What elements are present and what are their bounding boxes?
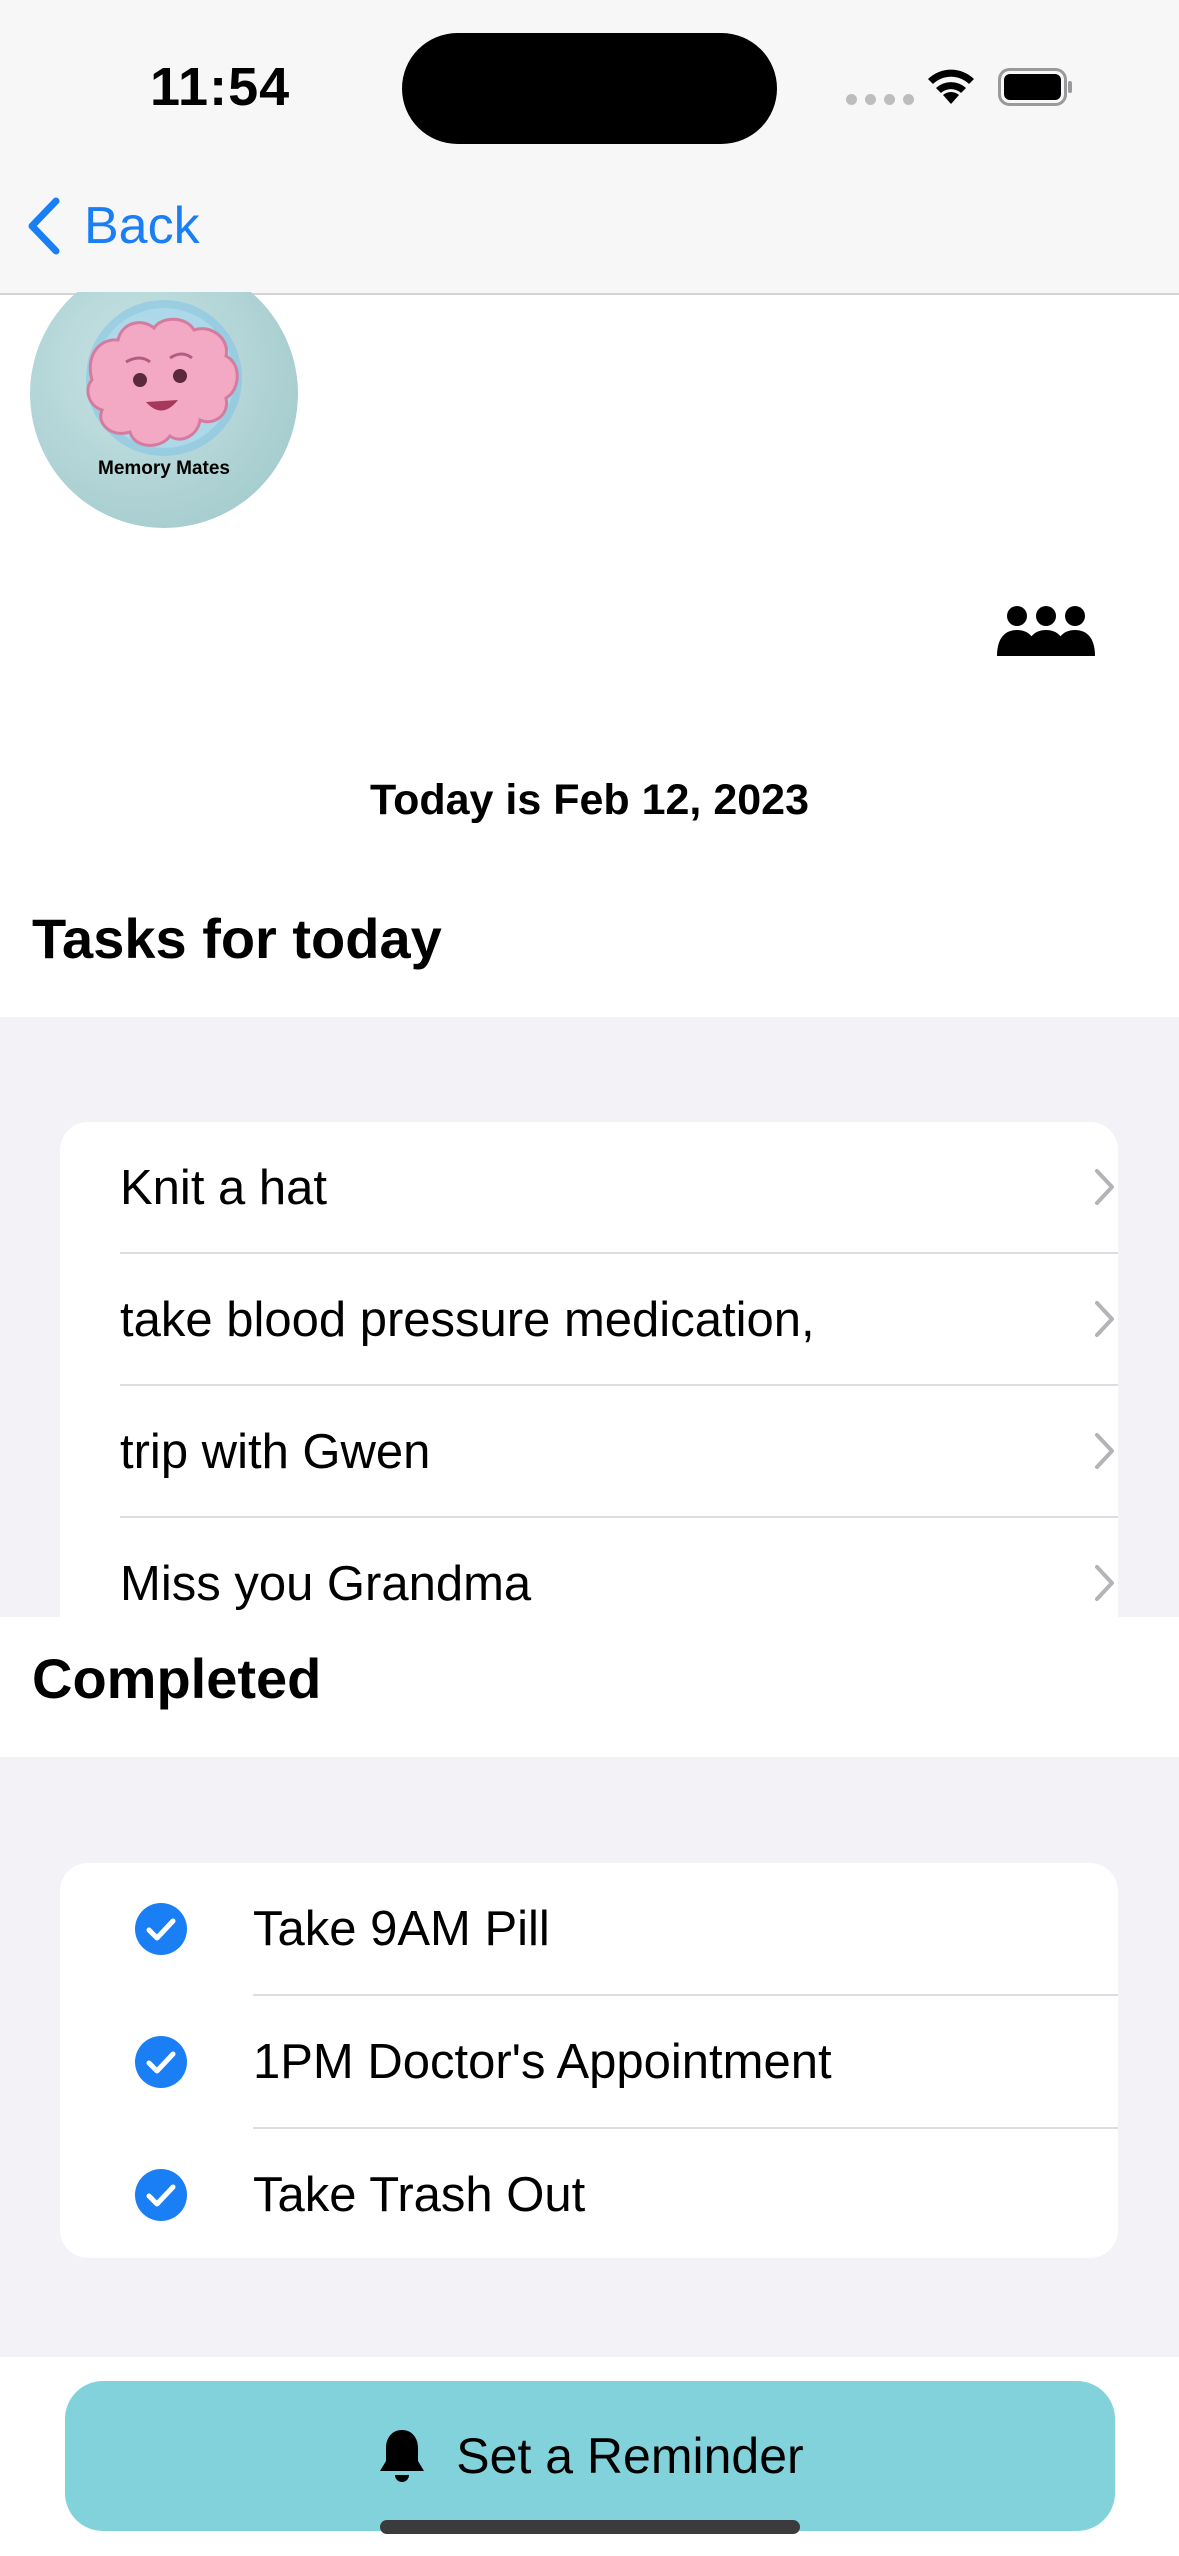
completed-row[interactable]: Take Trash Out: [60, 2129, 1118, 2260]
checkmark-circle-icon[interactable]: [134, 1902, 188, 1956]
task-label: take blood pressure medication,: [120, 1293, 815, 1347]
completed-list-section: Take 9AM Pill 1PM Doctor's Appointment T…: [0, 1757, 1179, 2357]
tasks-heading: Tasks for today: [32, 907, 442, 970]
back-label: Back: [84, 197, 200, 255]
chevron-right-icon: [1095, 1169, 1114, 1205]
checkmark-circle-icon[interactable]: [134, 2168, 188, 2222]
status-time: 11:54: [150, 57, 291, 117]
completed-label: Take 9AM Pill: [253, 1902, 550, 1956]
task-row-knit-a-hat[interactable]: Knit a hat: [120, 1122, 1118, 1252]
chevron-right-icon: [1095, 1433, 1114, 1469]
cellular-signal-icon: [846, 94, 914, 105]
task-label: trip with Gwen: [120, 1425, 431, 1479]
bell-icon: [380, 2430, 425, 2482]
completed-list: Take 9AM Pill 1PM Doctor's Appointment T…: [60, 1863, 1118, 2258]
task-label: Knit a hat: [120, 1161, 328, 1215]
wifi-icon: [928, 69, 974, 104]
completed-row[interactable]: 1PM Doctor's Appointment: [60, 1996, 1118, 2127]
tasks-list-section: Knit a hat take blood pressure medicatio…: [0, 1017, 1179, 1617]
logo-text: Memory Mates: [98, 458, 230, 479]
tasks-list: Knit a hat take blood pressure medicatio…: [60, 1122, 1118, 1617]
task-label: Miss you Grandma: [120, 1557, 532, 1611]
brain-mascot-icon: [86, 300, 242, 456]
checkmark-circle-icon[interactable]: [134, 2035, 188, 2089]
memory-mates-logo: Memory Mates: [30, 292, 298, 528]
home-indicator[interactable]: [380, 2520, 800, 2534]
today-date: Today is Feb 12, 2023: [370, 776, 809, 824]
task-row-trip-with-gwen[interactable]: trip with Gwen: [120, 1386, 1118, 1516]
battery-icon: [998, 68, 1072, 106]
completed-row[interactable]: Take 9AM Pill: [60, 1863, 1118, 1994]
dynamic-island: [402, 33, 777, 144]
family-group-icon[interactable]: [995, 604, 1097, 660]
task-row-blood-pressure[interactable]: take blood pressure medication,: [120, 1254, 1118, 1384]
chevron-right-icon: [1095, 1565, 1114, 1601]
chevron-right-icon: [1095, 1301, 1114, 1337]
set-reminder-label: Set a Reminder: [456, 2428, 804, 2484]
completed-label: 1PM Doctor's Appointment: [253, 2035, 832, 2089]
completed-heading: Completed: [32, 1647, 322, 1710]
chevron-left-icon: [28, 197, 60, 255]
task-row-miss-you-grandma[interactable]: Miss you Grandma: [120, 1518, 1118, 1617]
back-button[interactable]: Back: [26, 196, 200, 256]
set-reminder-button[interactable]: Set a Reminder: [65, 2381, 1115, 2531]
completed-label: Take Trash Out: [253, 2168, 586, 2222]
